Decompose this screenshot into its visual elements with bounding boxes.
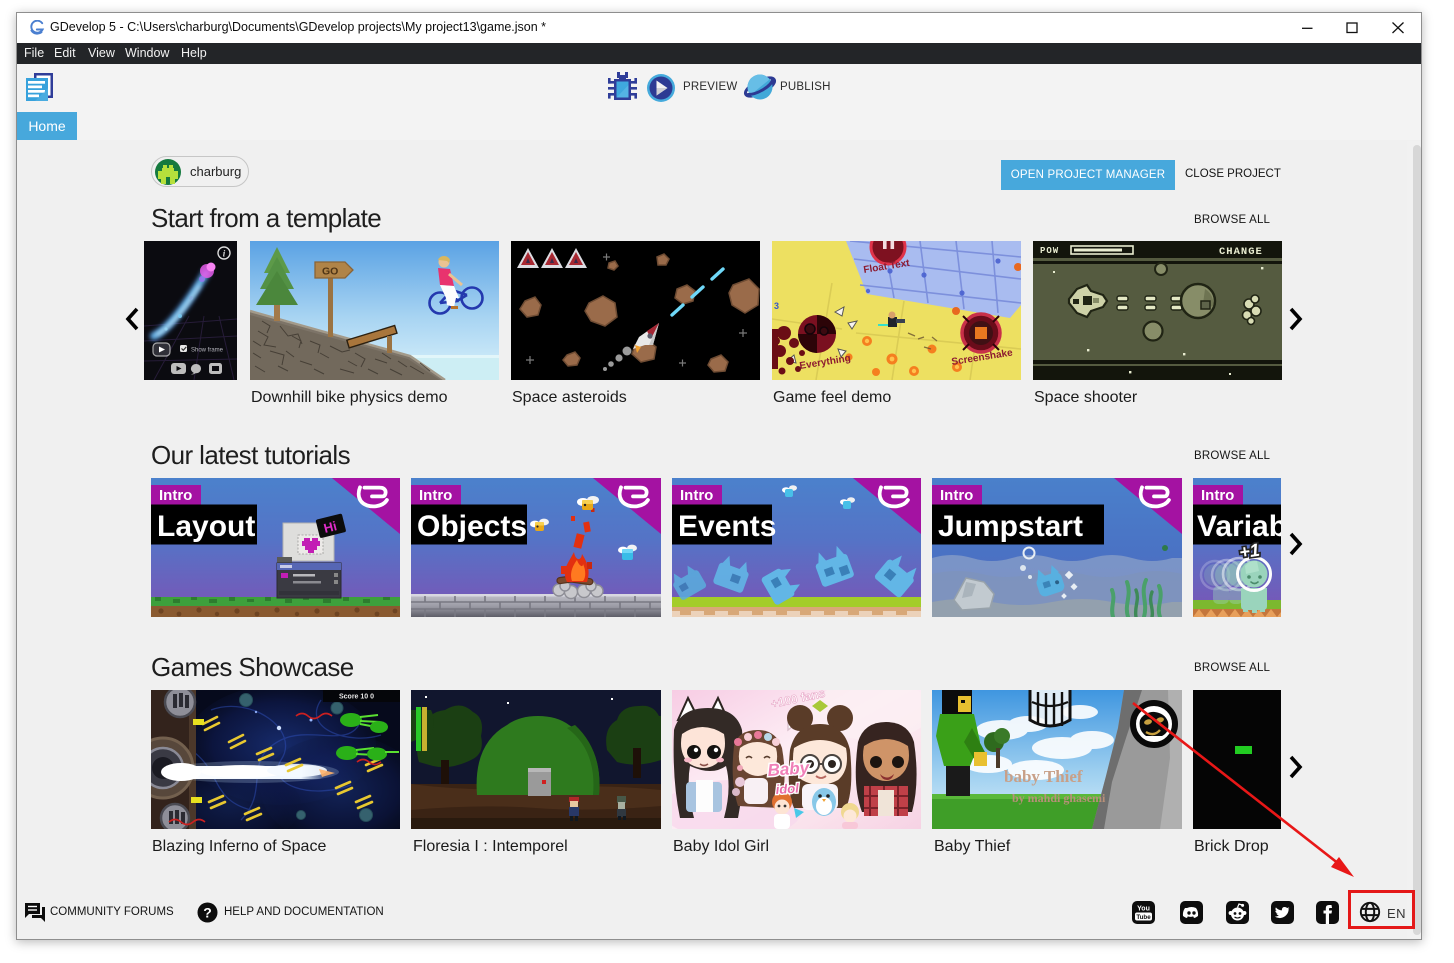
svg-text:by mahdi ghasemi: by mahdi ghasemi (1012, 791, 1106, 805)
svg-text:idol: idol (775, 780, 799, 797)
svg-text:You: You (1137, 906, 1150, 913)
svg-text:Jumpstart: Jumpstart (938, 510, 1083, 543)
svg-text:Score 10 0: Score 10 0 (339, 694, 374, 701)
svg-text:+1: +1 (1238, 540, 1261, 563)
svg-text:Layout: Layout (157, 510, 255, 543)
svg-text:Objects: Objects (417, 510, 527, 543)
svg-text:Intro: Intro (159, 487, 192, 504)
svg-text:3: 3 (774, 301, 779, 311)
svg-text:baby Thief: baby Thief (1004, 767, 1083, 786)
svg-text:Intro: Intro (940, 487, 973, 504)
svg-text:?: ? (203, 905, 212, 921)
svg-text:Tube: Tube (1136, 914, 1151, 921)
svg-text:Intro: Intro (1201, 487, 1234, 504)
svg-text:Intro: Intro (419, 487, 452, 504)
svg-text:POW: POW (1040, 246, 1059, 256)
svg-text:Variab: Variab (1197, 510, 1281, 543)
svg-text:Intro: Intro (680, 487, 713, 504)
svg-text:GO: GO (322, 266, 338, 278)
svg-text:Baby: Baby (767, 758, 811, 780)
svg-text:Show frame: Show frame (191, 348, 224, 354)
svg-text:CHANGE: CHANGE (1219, 246, 1263, 258)
svg-text:Events: Events (678, 510, 776, 543)
